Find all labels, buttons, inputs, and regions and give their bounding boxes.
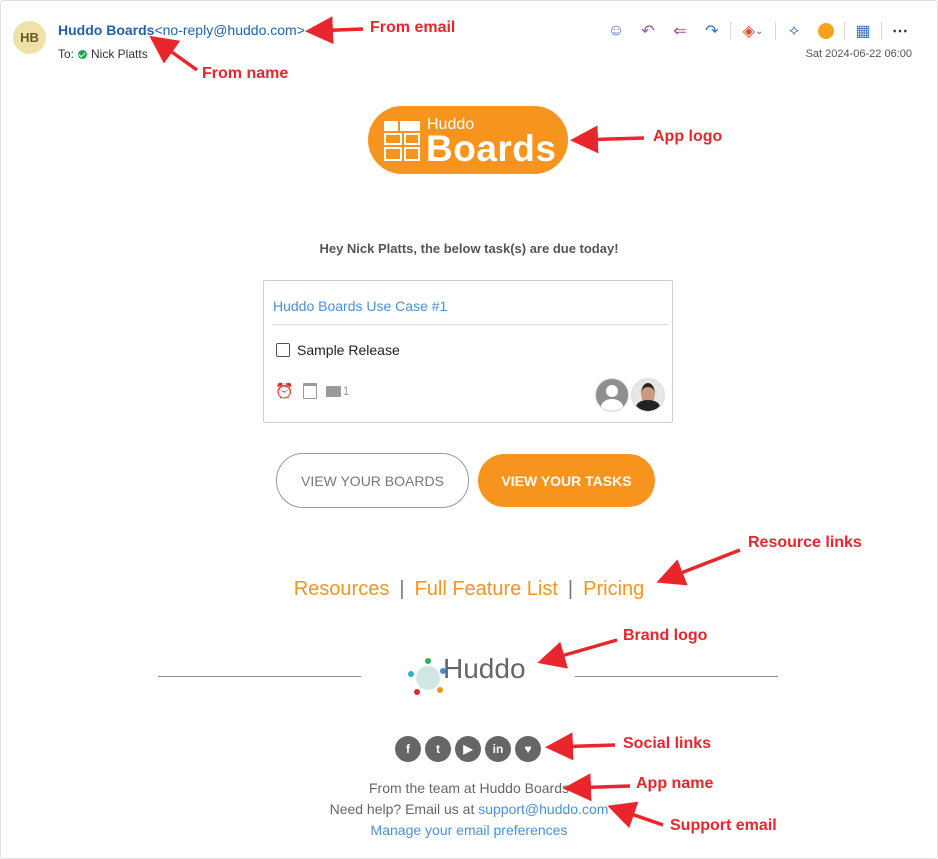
presence-available-icon — [78, 49, 88, 59]
facebook-icon[interactable]: f — [395, 736, 421, 762]
annotation-from-email: From email — [370, 19, 456, 36]
annotation-app-name: App name — [636, 775, 714, 792]
reply-icon[interactable]: ↶ — [632, 20, 664, 42]
support-email-link[interactable]: support@huddo.com — [478, 801, 608, 817]
help-text: Need help? Email us at — [329, 801, 479, 817]
sender-name[interactable]: Huddo Boards — [58, 22, 154, 38]
comment-icon — [325, 385, 341, 397]
resources-link[interactable]: Resources — [294, 578, 390, 600]
annotation-from-name: From name — [202, 65, 289, 82]
received-date: Sat 2024-06-22 06:00 — [805, 48, 912, 60]
more-icon[interactable]: ⋯ — [884, 20, 916, 42]
view-tasks-button[interactable]: VIEW YOUR TASKS — [478, 454, 655, 507]
youtube-icon[interactable]: ▶ — [455, 736, 481, 762]
greeting: Hey Nick Platts, the below task(s) are d… — [319, 241, 619, 256]
resource-links: Resources | Full Feature List | Pricing — [0, 578, 938, 601]
forward-icon[interactable]: ↷ — [696, 20, 728, 42]
sender-avatar: HB — [13, 21, 46, 54]
linkedin-icon[interactable]: in — [485, 736, 511, 762]
app-logo: Huddo Boards — [368, 106, 568, 174]
to-label: To: — [58, 47, 75, 61]
task-title[interactable]: Sample Release — [297, 342, 400, 358]
annotation-social-links: Social links — [623, 735, 712, 752]
task-card[interactable]: Huddo Boards Use Case #1 Sample Release … — [263, 280, 673, 423]
team-signature: From the team at Huddo Boards — [369, 780, 569, 796]
email-preferences-link[interactable]: Manage your email preferences — [0, 822, 938, 838]
annotation-app-logo: App logo — [653, 128, 723, 145]
link-separator: | — [399, 578, 405, 600]
task-meta: ⏰ 1 — [275, 382, 349, 400]
huddo-brand-icon — [408, 658, 446, 695]
comment-count: 1 — [342, 384, 350, 398]
toolbar-divider — [775, 22, 776, 40]
grid-icon[interactable]: ▦ — [847, 20, 879, 42]
footer-divider-right — [575, 676, 778, 677]
toolbar-divider — [730, 22, 731, 40]
emoji-icon[interactable]: ☺ — [600, 20, 632, 42]
annotation-brand-logo: Brand logo — [623, 627, 708, 644]
board-title[interactable]: Huddo Boards Use Case #1 — [273, 298, 447, 314]
website-icon[interactable]: ♥ — [515, 736, 541, 762]
addin-icon[interactable] — [810, 20, 842, 42]
footer-divider-left — [158, 676, 361, 677]
toolbar-divider — [881, 22, 882, 40]
annotation-support-email: Support email — [670, 817, 777, 834]
recipient-line: To: Nick Platts — [58, 47, 148, 61]
social-links: f t ▶ in ♥ — [395, 736, 541, 762]
brand-logo-text: Huddo — [443, 653, 526, 684]
annotation-resource-links: Resource links — [748, 534, 862, 551]
recipient-name[interactable]: Nick Platts — [91, 47, 148, 61]
message-toolbar: ☺ ↶ ⇐ ↷ ◈ ⌄ ⟡ ▦ ⋯ — [600, 20, 916, 42]
apps-icon[interactable]: ◈ ⌄ — [733, 20, 773, 42]
alarm-icon: ⏰ — [275, 383, 294, 400]
assignee-avatar[interactable] — [595, 378, 629, 412]
help-line: Need help? Email us at support@huddo.com — [0, 801, 938, 817]
link-icon[interactable]: ⟡ — [778, 20, 810, 42]
twitter-icon[interactable]: t — [425, 736, 451, 762]
link-separator: | — [567, 578, 574, 600]
task-checkbox[interactable] — [276, 343, 290, 357]
boards-grid-icon — [384, 121, 420, 161]
calendar-icon — [302, 383, 317, 399]
card-divider — [272, 324, 668, 325]
view-boards-button[interactable]: VIEW YOUR BOARDS — [276, 453, 469, 508]
feature-list-link[interactable]: Full Feature List — [415, 578, 558, 600]
toolbar-divider — [844, 22, 845, 40]
pricing-link[interactable]: Pricing — [583, 578, 644, 600]
sender-email[interactable]: <no-reply@huddo.com> — [154, 22, 304, 38]
sender-line[interactable]: Huddo Boards<no-reply@huddo.com> — [58, 22, 305, 38]
reply-all-icon[interactable]: ⇐ — [664, 20, 696, 42]
logo-text-boards: Boards — [426, 128, 557, 169]
assignee-avatar[interactable] — [631, 378, 665, 412]
